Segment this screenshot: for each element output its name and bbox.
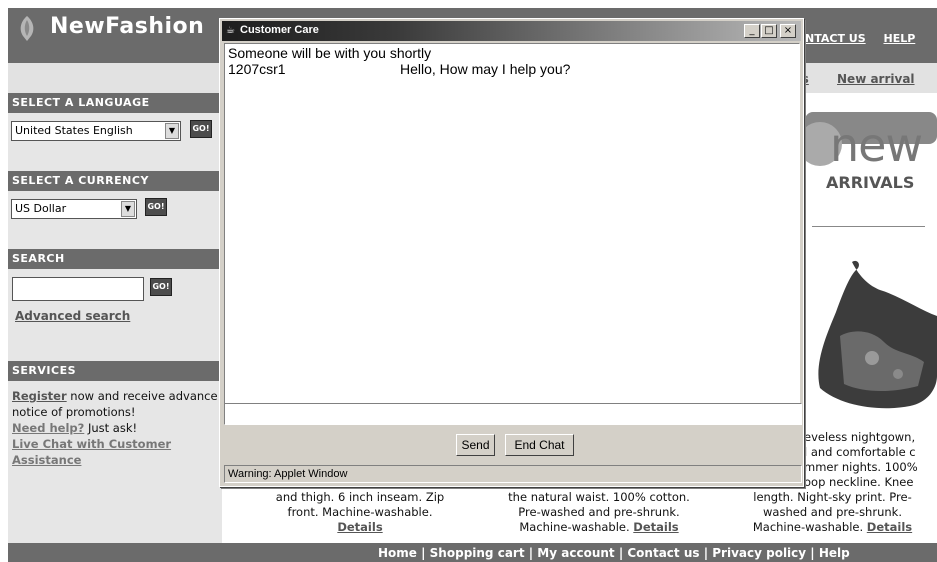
customer-care-window: ☕ Customer Care _ □ × Someone will be wi… <box>219 18 804 487</box>
send-button[interactable]: Send <box>456 434 495 456</box>
subnav-links: 's New arrival <box>798 72 937 86</box>
help-text: Just ask! <box>84 421 138 435</box>
search-heading: SEARCH <box>8 249 222 269</box>
product-description-1: and thigh. 6 inch inseam. Zip front. Mac… <box>275 490 445 534</box>
chevron-down-icon[interactable]: ▼ <box>165 123 179 139</box>
window-title: Customer Care <box>240 24 319 36</box>
details-link[interactable]: Details <box>867 520 912 534</box>
currency-go-button[interactable]: GO! <box>145 198 167 216</box>
language-heading: SELECT A LANGUAGE <box>8 93 222 113</box>
promo-divider <box>812 226 925 227</box>
language-select[interactable]: United States English ▼ <box>11 121 181 141</box>
product-description-3: length. Night-sky print. Pre- washed and… <box>752 490 913 534</box>
chat-line: Someone will be with you shortly <box>228 45 796 61</box>
currency-select-value: US Dollar <box>15 202 67 215</box>
help-link[interactable]: HELP <box>883 32 915 45</box>
end-chat-button[interactable]: End Chat <box>505 434 574 456</box>
product-description-partial: eveless nightgown, l and comfortable c m… <box>804 430 918 489</box>
chat-line: 1207csr1 Hello, How may I help you? <box>228 61 796 77</box>
register-link[interactable]: Register <box>12 389 67 403</box>
page-top-strip <box>0 0 937 8</box>
promo-arrivals-text: ARRIVALS <box>826 173 915 192</box>
window-titlebar[interactable]: ☕ Customer Care _ □ × <box>222 21 801 41</box>
details-link[interactable]: Details <box>337 520 382 534</box>
new-arrivals-link[interactable]: New arrival <box>837 72 915 86</box>
language-select-value: United States English <box>15 124 133 137</box>
services-heading: SERVICES <box>8 361 222 381</box>
services-text: Register now and receive advance notice … <box>12 388 222 468</box>
currency-select[interactable]: US Dollar ▼ <box>11 199 137 219</box>
minimize-button[interactable]: _ <box>744 24 760 38</box>
details-link[interactable]: Details <box>633 520 678 534</box>
brand-name[interactable]: NewFashion <box>50 14 204 39</box>
chat-sender: 1207csr1 <box>228 61 286 77</box>
live-chat-link[interactable]: Live Chat with Customer Assistance <box>12 437 171 467</box>
header-links: NTACT US HELP <box>805 32 929 45</box>
search-go-button[interactable]: GO! <box>150 278 172 296</box>
advanced-search-link[interactable]: Advanced search <box>15 309 130 323</box>
brand-logo-icon <box>20 16 34 41</box>
chat-transcript[interactable]: Someone will be with you shortly 1207csr… <box>224 43 800 418</box>
applet-warning-status: Warning: Applet Window <box>224 465 802 483</box>
close-button[interactable]: × <box>780 24 796 38</box>
search-input[interactable] <box>12 277 144 301</box>
chat-message: Hello, How may I help you? <box>400 61 571 77</box>
contact-us-link[interactable]: NTACT US <box>805 32 866 45</box>
maximize-button[interactable]: □ <box>761 24 777 38</box>
java-cup-icon: ☕ <box>226 25 235 36</box>
chevron-down-icon[interactable]: ▼ <box>121 201 135 217</box>
product-description-2: the natural waist. 100% cotton. Pre-wash… <box>508 490 690 534</box>
message-input[interactable] <box>224 403 802 425</box>
language-go-button[interactable]: GO! <box>190 120 212 138</box>
currency-heading: SELECT A CURRENCY <box>8 171 222 191</box>
nightgown-product-image[interactable] <box>800 256 937 418</box>
chat-system-message: Someone will be with you shortly <box>228 45 432 61</box>
promo-new-text: new <box>830 118 923 172</box>
footer-links[interactable]: Home | Shopping cart | My account | Cont… <box>8 543 937 562</box>
need-help-link[interactable]: Need help? <box>12 421 84 435</box>
